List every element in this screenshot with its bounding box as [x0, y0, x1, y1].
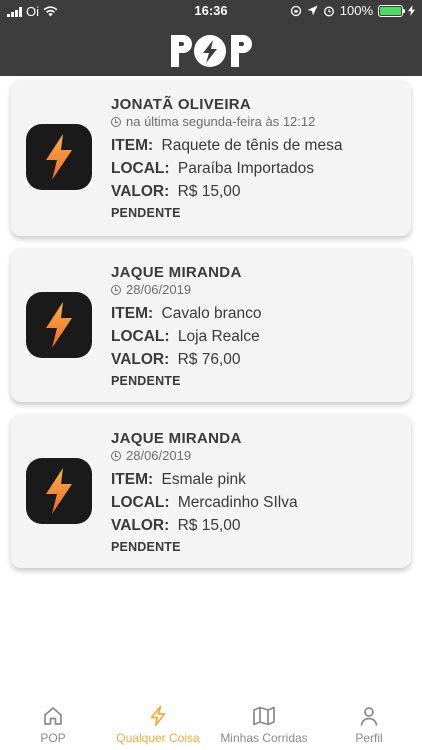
status-badge: PENDENTE — [111, 374, 181, 388]
valor-label: VALOR: — [111, 517, 170, 534]
tab-pop[interactable]: POP — [3, 704, 103, 745]
header: Oi 16:36 100% — [0, 0, 422, 76]
item-label: ITEM: — [111, 137, 154, 154]
bolt-icon — [46, 134, 72, 180]
valor-label: VALOR: — [111, 183, 170, 200]
valor-value: R$ 76,00 — [177, 351, 241, 368]
alarm-icon — [323, 6, 334, 16]
valor-row: VALOR: R$ 15,00 — [111, 180, 401, 203]
item-label: ITEM: — [111, 305, 154, 322]
valor-label: VALOR: — [111, 351, 170, 368]
item-row: ITEM: Esmale pink — [111, 468, 401, 491]
tab-bar: POP Qualquer Coisa Minhas Corridas Perfi… — [0, 700, 422, 750]
local-row: LOCAL: Paraíba Importados — [111, 157, 401, 180]
request-card[interactable]: JAQUE MIRANDA 28/06/2019 ITEM: Cavalo br… — [11, 248, 411, 402]
local-label: LOCAL: — [111, 160, 170, 177]
location-icon — [307, 5, 318, 16]
map-icon — [253, 706, 275, 726]
battery-percent: 100% — [339, 3, 373, 18]
local-value: Paraíba Importados — [177, 160, 314, 177]
request-time: 28/06/2019 — [111, 282, 401, 298]
item-row: ITEM: Raquete de tênis de mesa — [111, 134, 401, 157]
status-bar: Oi 16:36 100% — [0, 0, 422, 22]
pop-logo — [0, 28, 422, 71]
user-icon — [360, 707, 378, 726]
app-screen: Oi 16:36 100% JONATÃ OLIVEIRA na última … — [0, 0, 422, 750]
bolt-icon — [46, 468, 72, 514]
tab-qualquer-coisa[interactable]: Qualquer Coisa — [108, 704, 208, 745]
clock-icon — [111, 285, 121, 295]
item-label: ITEM: — [111, 471, 154, 488]
clock-icon — [111, 451, 121, 461]
bolt-icon — [150, 705, 166, 727]
battery-icon — [378, 4, 405, 17]
requester-name: JONATÃ OLIVEIRA — [111, 96, 252, 113]
item-value: Cavalo branco — [161, 305, 262, 322]
bolt-icon — [46, 302, 72, 348]
item-value: Raquete de tênis de mesa — [161, 137, 343, 154]
rotation-lock-icon — [290, 5, 301, 16]
item-row: ITEM: Cavalo branco — [111, 302, 401, 325]
request-time-text: 28/06/2019 — [126, 282, 192, 297]
local-label: LOCAL: — [111, 494, 170, 511]
tab-perfil-label: Perfil — [355, 731, 383, 745]
request-card[interactable]: JONATÃ OLIVEIRA na última segunda-feira … — [11, 80, 411, 236]
valor-value: R$ 15,00 — [177, 517, 241, 534]
local-row: LOCAL: Loja Realce — [111, 325, 401, 348]
valor-value: R$ 15,00 — [177, 183, 241, 200]
clock-icon — [111, 117, 121, 127]
local-label: LOCAL: — [111, 328, 170, 345]
tab-perfil[interactable]: Perfil — [319, 704, 419, 745]
home-icon — [44, 707, 62, 725]
requester-name: JAQUE MIRANDA — [111, 264, 242, 281]
item-value: Esmale pink — [161, 471, 246, 488]
tab-qualquer-coisa-label: Qualquer Coisa — [116, 731, 200, 745]
valor-row: VALOR: R$ 76,00 — [111, 348, 401, 371]
tab-minhas-corridas[interactable]: Minhas Corridas — [214, 704, 314, 745]
request-time: 28/06/2019 — [111, 448, 401, 464]
valor-row: VALOR: R$ 15,00 — [111, 514, 401, 537]
status-badge: PENDENTE — [111, 540, 181, 554]
requests-list: JONATÃ OLIVEIRA na última segunda-feira … — [11, 80, 411, 580]
charging-icon — [408, 5, 415, 16]
local-row: LOCAL: Mercadinho SIlva — [111, 491, 401, 514]
tab-minhas-corridas-label: Minhas Corridas — [220, 731, 308, 745]
request-time-text: na última segunda-feira às 12:12 — [126, 114, 316, 129]
request-time: na última segunda-feira às 12:12 — [111, 114, 401, 130]
status-badge: PENDENTE — [111, 206, 181, 220]
requester-name: JAQUE MIRANDA — [111, 430, 242, 447]
local-value: Mercadinho SIlva — [177, 494, 298, 511]
thumbnail — [26, 124, 92, 190]
local-value: Loja Realce — [177, 328, 260, 345]
tab-pop-label: POP — [40, 731, 66, 745]
thumbnail — [26, 458, 92, 524]
request-time-text: 28/06/2019 — [126, 448, 192, 463]
thumbnail — [26, 292, 92, 358]
request-card[interactable]: JAQUE MIRANDA 28/06/2019 ITEM: Esmale pi… — [11, 414, 411, 568]
